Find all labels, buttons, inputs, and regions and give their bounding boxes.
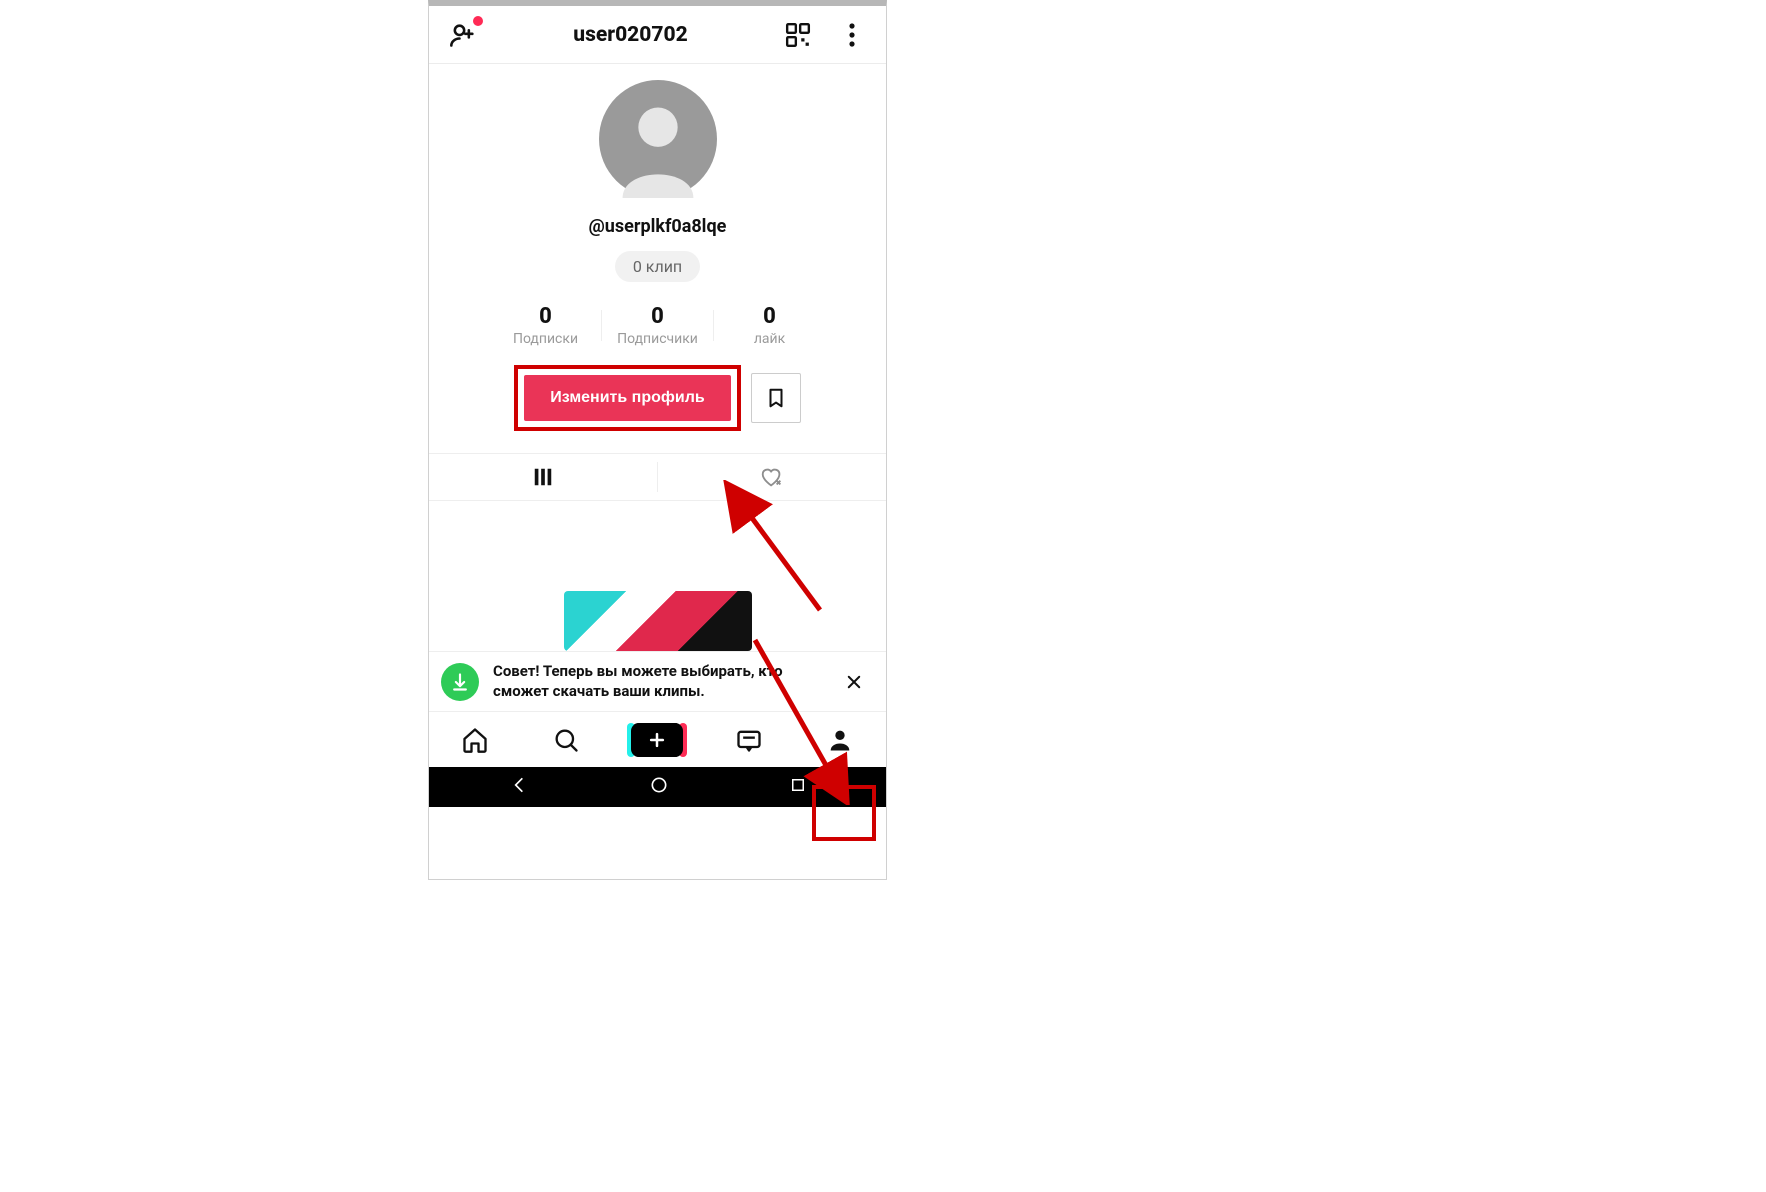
close-icon (845, 673, 863, 691)
stat-following-count: 0 (490, 304, 602, 329)
create-icon (647, 730, 667, 750)
sys-home-icon (649, 775, 669, 795)
add-friend-button[interactable] (447, 19, 479, 51)
avatar[interactable] (599, 80, 717, 198)
inbox-icon (735, 726, 763, 754)
bookmarks-button[interactable] (751, 373, 801, 423)
sys-back-button[interactable] (509, 775, 529, 799)
phone-frame: user020702 (428, 0, 887, 880)
username-handle: @userplkf0a8lqe (589, 216, 727, 237)
tip-download-badge (441, 663, 479, 701)
screenshot-stage: user020702 (0, 0, 1766, 1192)
bookmark-icon (765, 386, 787, 410)
avatar-placeholder-icon (599, 80, 717, 198)
android-system-nav (429, 767, 886, 807)
promo-card-image (564, 591, 752, 651)
edit-profile-button[interactable]: Изменить профиль (524, 375, 730, 421)
tip-close-button[interactable] (840, 668, 868, 696)
stat-likes-label: лайк (714, 331, 826, 347)
stat-followers[interactable]: 0 Подписчики (602, 304, 714, 347)
tab-posts[interactable] (429, 454, 658, 500)
add-friend-icon (449, 21, 477, 49)
qr-button[interactable] (782, 19, 814, 51)
nav-profile[interactable] (816, 720, 864, 760)
home-icon (461, 726, 489, 754)
stat-following[interactable]: 0 Подписки (490, 304, 602, 347)
nav-inbox[interactable] (725, 720, 773, 760)
profile-actions: Изменить профиль (514, 365, 800, 431)
nav-home[interactable] (451, 720, 499, 760)
bottom-nav (429, 711, 886, 767)
stat-likes[interactable]: 0 лайк (714, 304, 826, 347)
clips-count-pill[interactable]: 0 клип (615, 251, 700, 282)
profile-tabs (429, 453, 886, 501)
create-button[interactable] (631, 723, 683, 757)
more-icon (849, 23, 855, 47)
profile-section: @userplkf0a8lqe 0 клип 0 Подписки 0 Подп… (429, 64, 886, 431)
annotation-highlight-edit: Изменить профиль (514, 365, 740, 431)
sys-recents-button[interactable] (789, 776, 807, 798)
nav-search[interactable] (542, 720, 590, 760)
stat-followers-label: Подписчики (602, 331, 714, 347)
liked-tab-icon (759, 465, 785, 489)
tip-banner: Совет! Теперь вы можете выбирать, кто см… (429, 651, 886, 711)
grid-tab-icon (532, 466, 554, 488)
tab-liked[interactable] (658, 454, 887, 500)
stat-followers-count: 0 (602, 304, 714, 329)
profile-icon (826, 726, 854, 754)
stat-likes-count: 0 (714, 304, 826, 329)
back-icon (509, 775, 529, 795)
notification-dot-icon (473, 16, 483, 26)
page-title: user020702 (573, 23, 687, 47)
more-button[interactable] (836, 19, 868, 51)
nav-create[interactable] (633, 720, 681, 760)
tip-text: Совет! Теперь вы можете выбирать, кто см… (493, 662, 826, 701)
sys-home-button[interactable] (649, 775, 669, 799)
qr-icon (785, 22, 811, 48)
recents-icon (789, 776, 807, 794)
search-icon (552, 726, 580, 754)
app-bar: user020702 (429, 6, 886, 64)
stat-following-label: Подписки (490, 331, 602, 347)
stats-row: 0 Подписки 0 Подписчики 0 лайк (490, 304, 826, 347)
download-icon (450, 672, 470, 692)
